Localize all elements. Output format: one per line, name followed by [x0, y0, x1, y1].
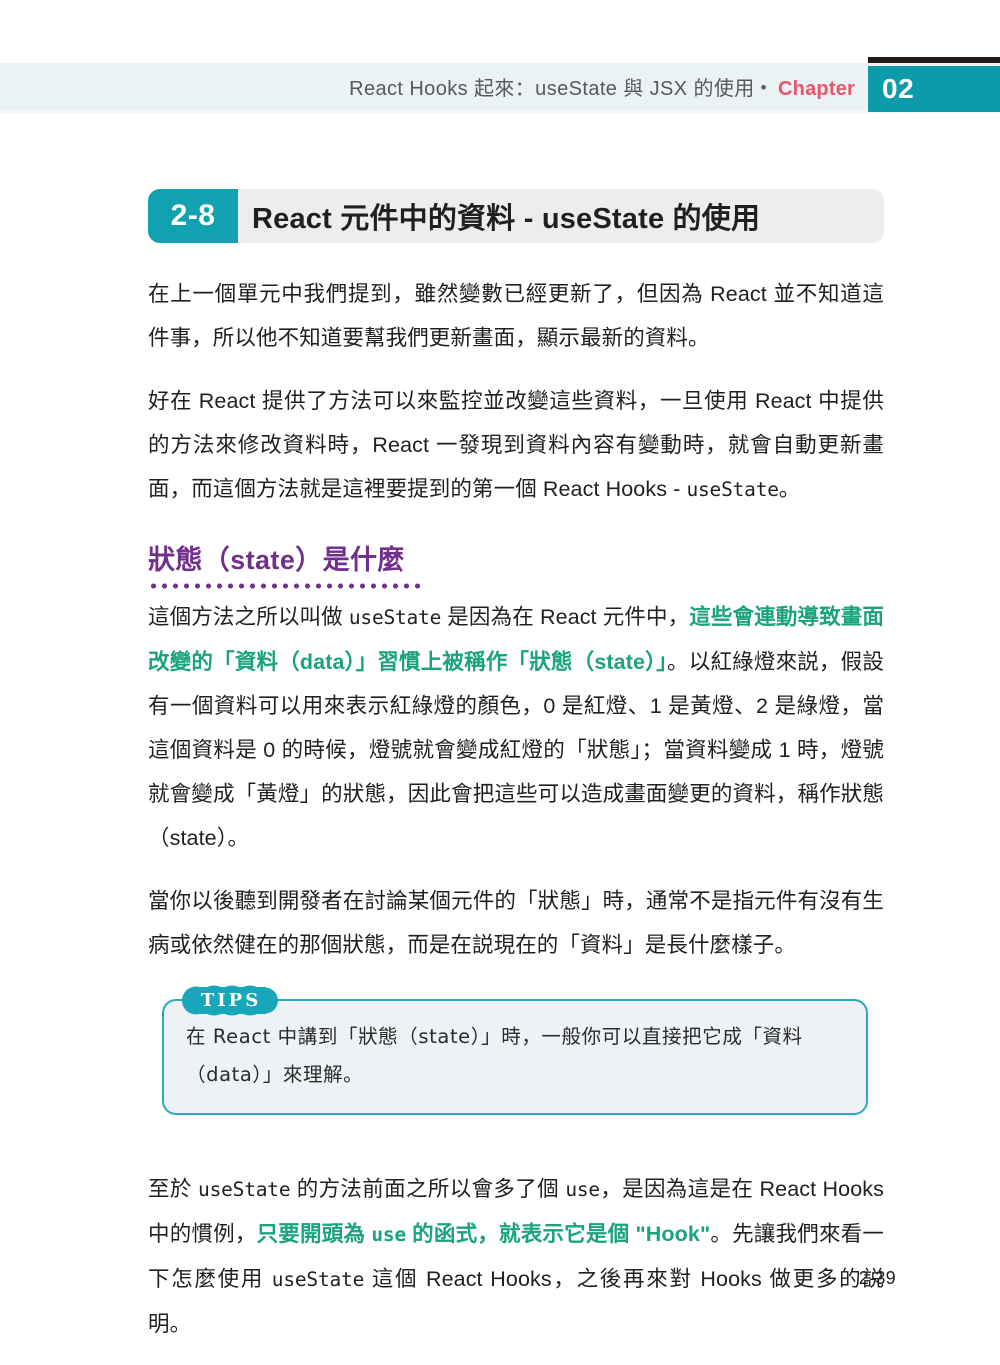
- paragraph-2-text-b: 。: [778, 477, 801, 501]
- inline-code-use-1: use: [565, 1178, 600, 1201]
- running-header-text: React Hooks 起來：useState 與 JSX 的使用: [349, 78, 755, 100]
- paragraph-4: 當你以後聽到開發者在討論某個元件的「狀態」時，通常不是指元件有沒有生病或依然健在…: [148, 889, 884, 957]
- paragraph-5-text-b: 的方法前面之所以會多了個: [290, 1177, 566, 1201]
- section-title: React 元件中的資料 - useState 的使用: [252, 203, 761, 235]
- paragraph-5-highlight-b: 的函式，就表示它是個 "Hook": [405, 1222, 711, 1246]
- tips-letter-p: P: [228, 990, 244, 1011]
- section-number-chip: 2-8: [148, 189, 238, 243]
- paragraph-5-highlight-code: use: [371, 1223, 406, 1246]
- paragraph-5-highlight-a: 只要開頭為: [256, 1222, 372, 1246]
- tips-letter-s: S: [245, 990, 260, 1011]
- tips-badge-letters: T I P S: [182, 984, 278, 1017]
- paragraph-3: 這個方法之所以叫做 useState 是因為在 React 元件中，這些會連動導…: [148, 595, 884, 860]
- tips-badge: T I P S: [182, 984, 278, 1017]
- inline-code-usestate-2: useState: [348, 606, 442, 629]
- paragraph-2: 好在 React 提供了方法可以來監控並改變這些資料，一旦使用 React 中提…: [148, 379, 884, 512]
- paragraph-3-text-b: 是因為在 React 元件中，: [441, 605, 690, 629]
- page-number: 2-39: [858, 1268, 896, 1288]
- inline-code-usestate-4: useState: [271, 1268, 365, 1291]
- page-content: 在上一個單元中我們提到，雖然變數已經更新了，但因為 React 並不知道這件事，…: [148, 272, 884, 1365]
- subheading-state: 狀態（state）是什麼: [148, 545, 405, 575]
- section-heading-bar: 2-8 React 元件中的資料 - useState 的使用: [148, 189, 884, 243]
- tips-letter-i: I: [217, 990, 227, 1011]
- inline-code-usestate-1: useState: [686, 478, 779, 501]
- paragraph-3-text-a: 這個方法之所以叫做: [148, 605, 349, 629]
- subheading-block: 狀態（state）是什麼: [148, 542, 448, 589]
- paragraph-1: 在上一個單元中我們提到，雖然變數已經更新了，但因為 React 並不知道這件事，…: [148, 282, 884, 350]
- chapter-number-block: 02: [868, 66, 1000, 112]
- tips-letter-t: T: [200, 990, 216, 1011]
- running-header-separator: •: [760, 78, 768, 97]
- paragraph-5: 至於 useState 的方法前面之所以會多了個 use，是因為這是在 Reac…: [148, 1167, 884, 1346]
- paragraph-5-text-a: 至於: [148, 1177, 199, 1201]
- inline-code-usestate-3: useState: [198, 1178, 291, 1201]
- paragraph-3-text-c: 。以紅綠燈來説，假設有一個資料可以用來表示紅綠燈的顏色，0 是紅燈、1 是黃燈、…: [148, 650, 884, 850]
- subheading-dotted-rule: [148, 583, 426, 589]
- chapter-number: 02: [882, 73, 915, 104]
- header-dark-rule: [868, 57, 1000, 63]
- tips-callout: T I P S 在 React 中講到「狀態（state）」時，一般你可以直接把…: [162, 985, 868, 1115]
- running-header-chapter-word: Chapter: [778, 78, 855, 100]
- running-header-title: React Hooks 起來：useState 與 JSX 的使用 • Chapte…: [349, 72, 855, 101]
- tips-text: 在 React 中講到「狀態（state）」時，一般你可以直接把它成「資料（da…: [186, 1025, 803, 1086]
